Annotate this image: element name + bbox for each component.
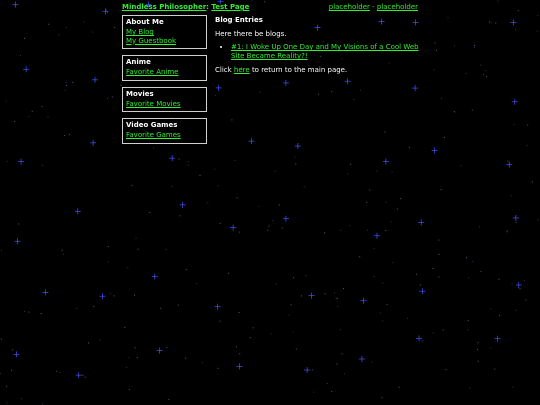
sidebar-box-title: Video Games [126,121,178,129]
blog-entries-heading: Blog Entries [215,16,263,24]
sidebar-box-about-me: About Me My Blog My Guestbook [122,15,207,49]
page-title-link[interactable]: Test Page [211,3,249,11]
return-text: Click here to return to the main page. [215,66,425,75]
blog-entry-list: #1: I Woke Up One Day and My Visions of … [215,43,425,61]
page-container: Mindless Philosopher: Test Page placehol… [122,3,419,144]
sidebar-box-title: About Me [126,18,164,26]
main-content: Blog Entries Here there be blogs. #1: I … [215,16,425,75]
sidebar-box-title: Movies [126,89,154,98]
favorite-anime-link[interactable]: Favorite Anime [126,68,203,77]
favorite-games-link[interactable]: Favorite Games [126,131,203,140]
sidebar-box-anime: Anime Favorite Anime [122,55,207,81]
sidebar: About Me My Blog My Guestbook Anime Favo… [122,15,207,150]
placeholder-link-1[interactable]: placeholder [329,3,370,11]
placeholder-link-2[interactable]: placeholder [377,3,418,11]
sidebar-box-video-games: Video Games Favorite Games [122,118,207,144]
sidebar-box-movies: Movies Favorite Movies [122,86,207,112]
title-separator: : [206,3,209,11]
favorite-movies-link[interactable]: Favorite Movies [126,100,203,109]
return-prefix: Click [215,66,232,74]
return-suffix: to return to the main page. [251,66,348,74]
right-separator: - [372,3,375,11]
my-blog-link[interactable]: My Blog [126,28,203,37]
blog-entry-link[interactable]: #1: I Woke Up One Day and My Visions of … [231,43,419,60]
my-guestbook-link[interactable]: My Guestbook [126,37,203,46]
list-item: #1: I Woke Up One Day and My Visions of … [231,43,425,61]
blog-intro-text: Here there be blogs. [215,30,287,38]
top-right-links: placeholder - placeholder [329,3,418,11]
return-here-link[interactable]: here [234,66,250,74]
sidebar-box-title: Anime [126,58,151,66]
top-bar: Mindless Philosopher: Test Page placehol… [122,3,418,13]
site-title-link[interactable]: Mindless Philosopher [122,3,206,11]
